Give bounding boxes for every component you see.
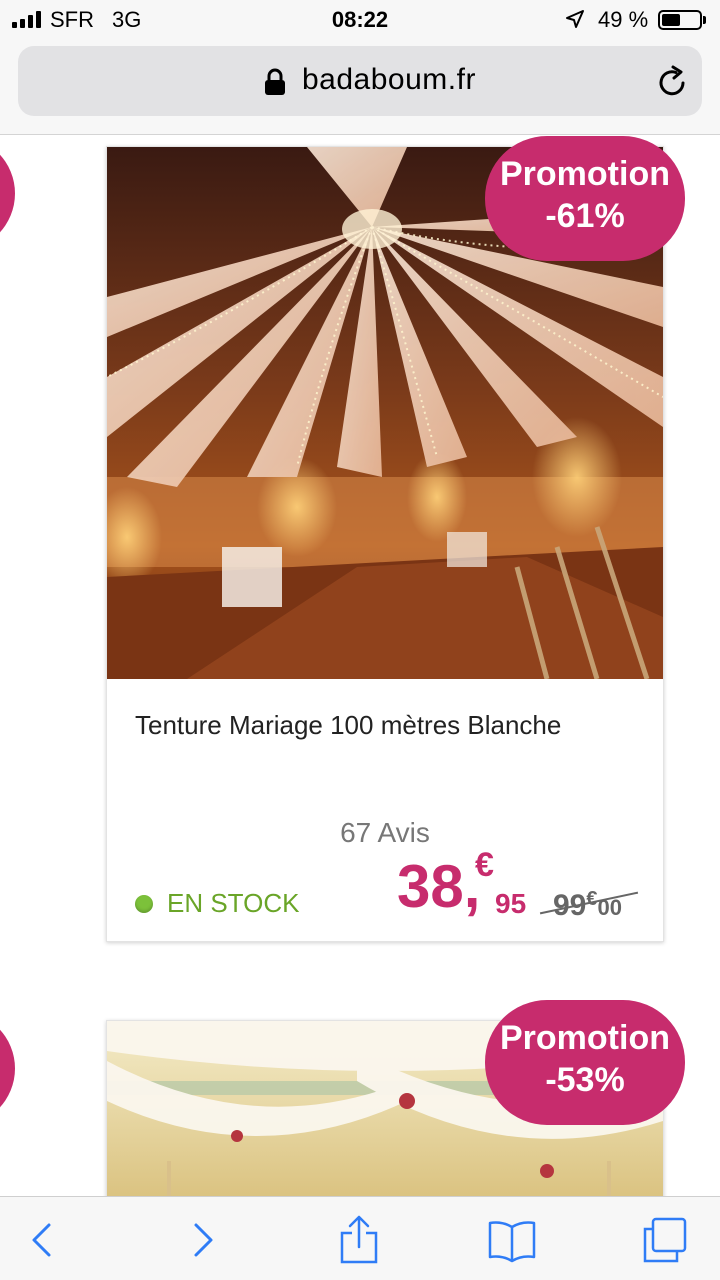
address-bar[interactable]: badaboum.fr <box>18 46 702 116</box>
previous-promo-badge <box>0 1011 15 1126</box>
stock-dot-icon <box>135 894 153 913</box>
forward-icon[interactable] <box>178 1215 228 1265</box>
promo-label: Promotion <box>500 155 670 193</box>
product-list: Tenture Mariage 100 mètres Blanche 67 Av… <box>0 136 720 1196</box>
product-card[interactable]: Tenture Mariage 100 mètres Blanche 67 Av… <box>106 146 664 942</box>
status-bar: SFR 3G 08:22 49 % <box>0 0 720 40</box>
reload-icon[interactable] <box>654 64 690 100</box>
share-icon[interactable] <box>334 1215 384 1265</box>
battery-percent: 49 % <box>598 7 649 32</box>
battery-level <box>662 14 680 26</box>
tabs-icon[interactable] <box>640 1215 690 1265</box>
browser-top-bar: badaboum.fr <box>0 40 720 135</box>
battery-icon <box>658 10 702 30</box>
url-text: badaboum.fr <box>302 63 476 96</box>
stock-label: EN STOCK <box>167 888 300 918</box>
promo-badge: Promotion -61% <box>485 136 685 261</box>
price-currency: € <box>475 846 494 884</box>
location-arrow-icon <box>566 10 584 28</box>
battery-cap <box>703 16 706 24</box>
screen: SFR 3G 08:22 49 % badaboum.fr Tenture Ma… <box>0 0 720 1280</box>
promo-badge: Promotion -53% <box>485 1000 685 1125</box>
old-price: 99€00 <box>553 888 622 923</box>
browser-toolbar <box>0 1196 720 1280</box>
review-count[interactable]: 67 Avis <box>107 817 663 849</box>
back-icon[interactable] <box>17 1215 67 1265</box>
previous-promo-badge <box>0 136 15 251</box>
lock-icon <box>265 68 285 95</box>
bookmarks-icon[interactable] <box>487 1215 537 1265</box>
price-cents: 95 <box>495 888 527 919</box>
promo-discount: -61% <box>545 197 625 235</box>
promo-label: Promotion <box>500 1019 670 1057</box>
price-integer: 38, <box>397 853 481 920</box>
promo-discount: -53% <box>545 1061 625 1099</box>
stock-status: EN STOCK <box>135 888 299 919</box>
old-price-currency: € <box>586 888 598 910</box>
product-title[interactable]: Tenture Mariage 100 mètres Blanche <box>135 710 561 741</box>
